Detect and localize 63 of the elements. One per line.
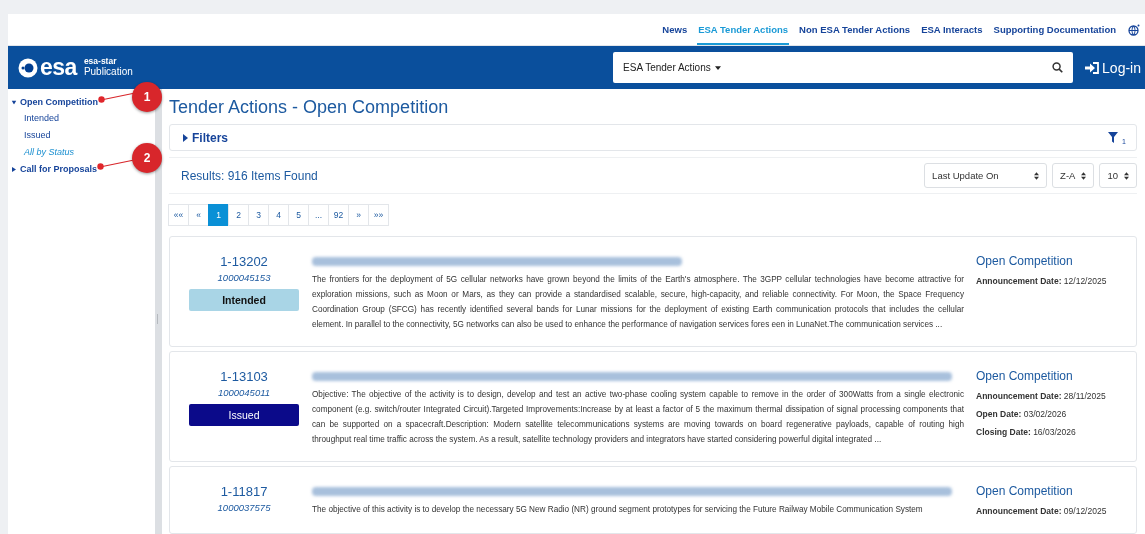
page-link[interactable]: ... (308, 204, 329, 226)
logo-icon (18, 57, 38, 78)
collapse-handle[interactable] (156, 314, 161, 324)
tender-description: Objective: The objective of the activity is to design, develop and test an active two-phase cooling system capable to remove in the order of 300Watts from a single electronic component (e.g. switch/router Integrated Circuit).Targeted Improvements:Increase by at least a factor of 5 the maximum thermal dissipation of signal processing components that can be supported on a spacecraft.Description: Modern satellite telecommunications systems are moving towards on board regenerative payloads, capable of routing high throughput real time traffic across the system. As a result, satellite technology providers and integrators have started considering powerful digital integrated ... (312, 389, 964, 446)
sort-select[interactable]: Z-A (1052, 163, 1095, 189)
tender-id[interactable]: 1-13103 (220, 369, 268, 384)
category-link[interactable]: Open Competition (976, 369, 1126, 383)
globe-icon[interactable] (1128, 23, 1140, 36)
login-button[interactable]: Log-in (1073, 46, 1145, 89)
caret-icon (714, 65, 721, 70)
filter-icon[interactable] (1108, 132, 1119, 144)
search-field[interactable]: ESA Tender Actions (613, 52, 1074, 83)
caret-icon (183, 133, 188, 142)
page-link[interactable]: »» (368, 204, 389, 226)
sidebar-subitem[interactable]: Issued (8, 127, 51, 144)
logo-text: esa (40, 56, 77, 79)
page-link[interactable]: 1 (208, 204, 229, 226)
category-link[interactable]: Open Competition (976, 254, 1126, 268)
product-subtitle: Publication (83, 65, 133, 78)
tender-id[interactable]: 1-11817 (220, 484, 268, 499)
sidebar-item[interactable]: Open Competition (8, 97, 98, 107)
sort-select[interactable]: 10 (1099, 163, 1137, 189)
status-badge: Intended (189, 289, 299, 311)
page-link[interactable]: «« (168, 204, 189, 226)
date-text: Announcement Date: 12/12/2025 (976, 275, 1108, 288)
sidebar-item[interactable]: Call for Proposals (8, 164, 98, 174)
date-text: Announcement Date: 28/11/2025 (976, 390, 1107, 403)
category-link[interactable]: Open Competition (976, 484, 1126, 498)
results-count: Results: 916 Items Found (181, 168, 318, 183)
caret-icon (12, 166, 16, 172)
tender-description: The objective of this activity is to develop the necessary 5G New Radio (NR) ground segment prototypes for servicing the Future Railway Mobile Communication System (312, 504, 924, 516)
sidebar-subitem[interactable]: Intended (8, 110, 60, 127)
date-text: Closing Date: 16/03/2026 (976, 426, 1077, 439)
tender-description: The frontiers for the deployment of 5G cellular networks have grown beyond the limits of the Earth's atmosphere. The 3GPP cellular technologies have become attractive for exploration missions, such as Moon or Mars, as they can provide a standardised scalable, secure, high-capacity, and reliable connectivity. For Moon, the Space Frequency Coordination Group (SFCG) has recently identified several bands for Lunar missions for the deployment of existing Earth communication protocols that includes the cellular element. In parallel to the connectivity, 5G networks can also be used to enhance the performance of navigation services fores een in LunaNet.The communication services ... (312, 274, 964, 331)
page-link[interactable]: 4 (268, 204, 289, 226)
nav-link[interactable]: ESA Interacts (920, 14, 984, 45)
status-badge: Issued (189, 404, 299, 426)
sort-arrows-icon (1081, 171, 1087, 180)
sort-arrows-icon (1124, 171, 1129, 180)
annotation-marker: 2 (132, 143, 162, 173)
sort-select[interactable]: Last Update On (924, 163, 1048, 189)
page-link[interactable]: 92 (328, 204, 349, 226)
page-link[interactable]: 2 (228, 204, 249, 226)
sort-arrows-icon (1034, 171, 1040, 180)
page-link[interactable]: 3 (248, 204, 269, 226)
product-name: esa-star (83, 57, 118, 66)
nav-link[interactable]: Non ESA Tender Actions (798, 14, 912, 45)
page-title: Tender Actions - Open Competition (169, 97, 450, 118)
nav-link[interactable]: News (661, 14, 689, 45)
nav-link[interactable]: Supporting Documentation (992, 14, 1117, 45)
caret-icon (11, 100, 17, 104)
page-link[interactable]: » (348, 204, 369, 226)
reference-number: 1000045153 (217, 272, 271, 283)
reference-number: 1000037575 (217, 502, 271, 513)
sidebar-subitem[interactable]: All by Status (8, 144, 75, 161)
login-icon (1085, 61, 1100, 74)
date-text: Announcement Date: 09/12/2025 (976, 505, 1108, 518)
date-text: Open Date: 03/02/2026 (976, 408, 1068, 421)
search-icon[interactable] (1052, 62, 1064, 73)
page-link[interactable]: 5 (288, 204, 309, 226)
reference-number: 1000045011 (217, 387, 271, 398)
filters-label: Filters (192, 130, 228, 145)
tender-id[interactable]: 1-13202 (220, 254, 268, 269)
